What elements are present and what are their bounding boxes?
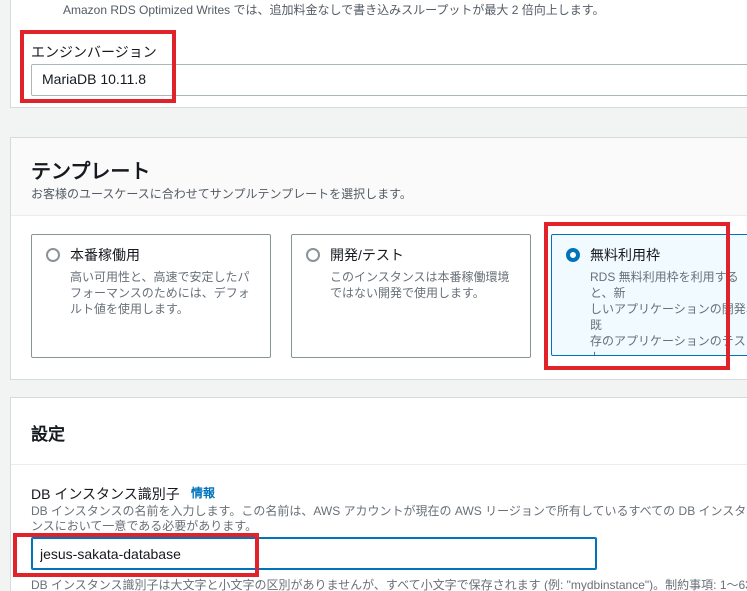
- template-title: テンプレート: [31, 161, 151, 183]
- template-option-description: 高い可用性と、高速で安定したパ フォーマンスのためには、デフォ ルト値を使用しま…: [70, 270, 250, 316]
- template-option-devtest[interactable]: 開発/テスト このインスタンスは本番稼働環境 ではない開発で使用します。: [291, 234, 531, 358]
- free-tier-description-text: RDS 無料利用枠を利用すると、新 しいアプリケーションの開発、既 存のアプリケ…: [590, 270, 747, 355]
- settings-panel: 設定 DB インスタンス識別子 情報 DB インスタンスの名前を入力します。この…: [10, 397, 747, 591]
- db-identifier-label: DB インスタンス識別子: [31, 486, 180, 502]
- settings-title: 設定: [31, 425, 65, 444]
- engine-panel: Amazon RDS Optimized Writes では、追加料金なしで書き…: [10, 0, 747, 108]
- radio-devtest[interactable]: [306, 248, 320, 262]
- engine-version-select[interactable]: MariaDB 10.11.8: [31, 64, 747, 96]
- template-option-title: 無料利用枠: [590, 247, 660, 263]
- db-identifier-info-link[interactable]: 情報: [191, 484, 215, 501]
- template-option-description: RDS 無料利用枠を利用すると、新 しいアプリケーションの開発、既 存のアプリケ…: [590, 269, 747, 355]
- template-panel: テンプレート お客様のユースケースに合わせてサンプルテンプレートを選択します。 …: [10, 137, 747, 380]
- template-option-description: このインスタンスは本番稼働環境 ではない開発で使用します。: [330, 270, 510, 300]
- template-header: テンプレート お客様のユースケースに合わせてサンプルテンプレートを選択します。: [11, 138, 747, 216]
- template-description: お客様のユースケースに合わせてサンプルテンプレートを選択します。: [31, 187, 412, 201]
- template-option-title: 本番稼働用: [70, 247, 140, 263]
- db-identifier-hint: DB インスタンス識別子は大文字と小文字の区別がありませんが、すべて小文字で保存…: [31, 578, 747, 591]
- engine-version-label: エンジンバージョン: [31, 44, 157, 60]
- db-identifier-input[interactable]: [31, 537, 597, 570]
- template-option-free-tier[interactable]: 無料利用枠 RDS 無料利用枠を利用すると、新 しいアプリケーションの開発、既 …: [551, 234, 747, 356]
- settings-divider: [11, 464, 747, 465]
- db-identifier-description: DB インスタンスの名前を入力します。この名前は、AWS アカウントが現在の A…: [31, 504, 747, 533]
- radio-free-tier[interactable]: [566, 248, 580, 262]
- template-option-title: 開発/テスト: [330, 247, 404, 263]
- optimized-writes-description: Amazon RDS Optimized Writes では、追加料金なしで書き…: [63, 3, 605, 17]
- radio-production[interactable]: [46, 248, 60, 262]
- template-option-production[interactable]: 本番稼働用 高い可用性と、高速で安定したパ フォーマンスのためには、デフォ ルト…: [31, 234, 271, 358]
